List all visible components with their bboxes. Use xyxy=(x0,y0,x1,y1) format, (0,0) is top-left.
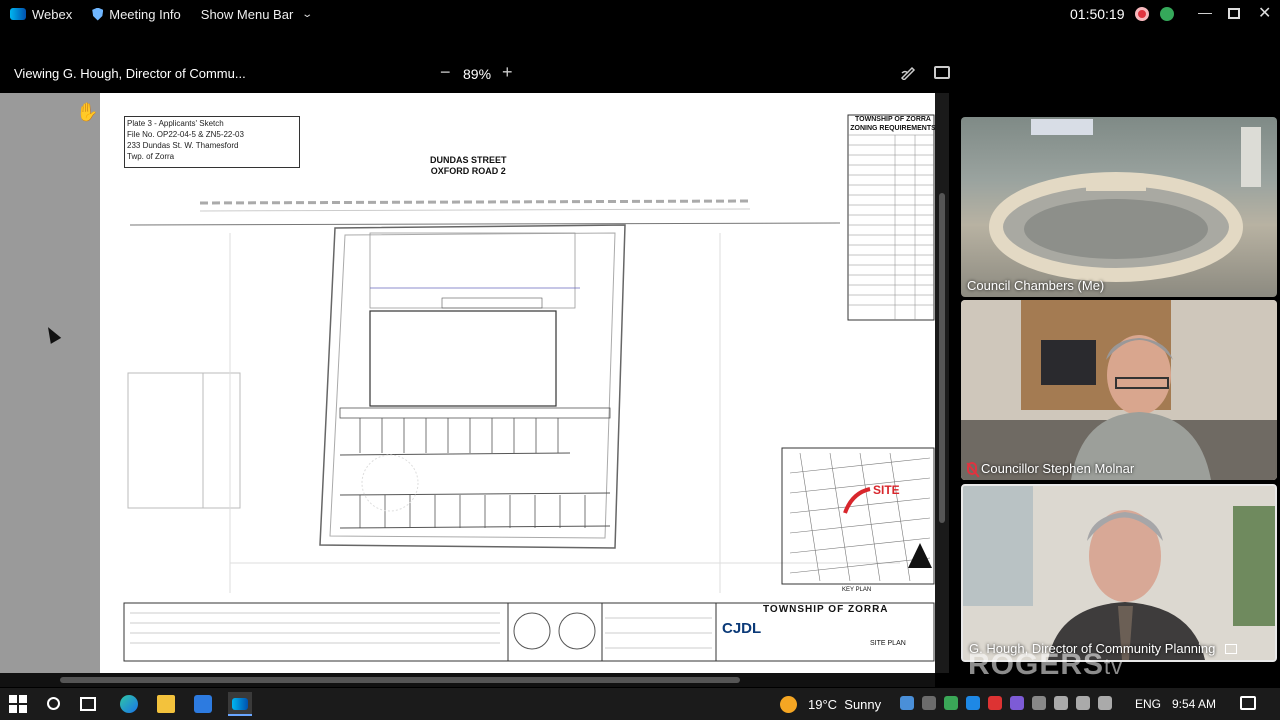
site-marker-label: SITE xyxy=(873,483,900,497)
chevron-down-icon: ⌄ xyxy=(301,8,314,20)
tray-app-icon[interactable] xyxy=(944,696,958,710)
participant-name: Council Chambers (Me) xyxy=(967,278,1105,293)
weather-sun-icon[interactable] xyxy=(780,696,797,713)
webex-logo-icon xyxy=(10,8,26,20)
participant-video xyxy=(963,486,1275,660)
tray-app-icon[interactable] xyxy=(900,696,914,710)
recording-icon[interactable] xyxy=(1135,7,1149,21)
restore-icon[interactable] xyxy=(1228,8,1240,19)
participant-video xyxy=(961,300,1277,480)
council-chamber-video xyxy=(989,119,1261,282)
webex-menu[interactable]: Webex xyxy=(0,0,82,28)
horizontal-scrollbar[interactable] xyxy=(0,673,935,687)
network-icon[interactable] xyxy=(1054,696,1068,710)
meeting-info-label: Meeting Info xyxy=(109,6,181,22)
plate-line: Twp. of Zorra xyxy=(127,152,175,161)
sheet-title: SITE PLAN xyxy=(870,640,906,647)
tray-app-icon[interactable] xyxy=(922,696,936,710)
language-indicator[interactable]: ENG xyxy=(1135,697,1161,711)
rogers-tv-watermark: ROGERStv xyxy=(968,648,1123,682)
zoning-table-title: TOWNSHIP OF ZORRA ZONING REQUIREMENTS xyxy=(850,116,935,132)
road-name: DUNDAS STREET xyxy=(430,155,507,165)
meeting-info-button[interactable]: Meeting Info xyxy=(82,0,191,28)
scroll-thumb[interactable] xyxy=(939,193,945,523)
volume-icon[interactable] xyxy=(1076,696,1090,710)
popout-icon[interactable] xyxy=(934,66,950,79)
temperature: 19°C xyxy=(808,697,838,712)
notification-icon[interactable] xyxy=(1240,696,1256,710)
video-tile-g-hough[interactable]: G. Hough, Director of Community Planning xyxy=(961,484,1277,662)
zoom-level: 89% xyxy=(463,66,492,82)
viewing-label: Viewing G. Hough, Director of Commu... xyxy=(14,66,246,81)
store-icon[interactable] xyxy=(194,695,212,713)
edge-browser-icon[interactable] xyxy=(120,695,138,713)
task-view-icon[interactable] xyxy=(80,697,96,711)
system-clock[interactable]: 9:54 AM xyxy=(1172,697,1216,711)
plate-line: 233 Dundas St. W. Thamesford xyxy=(127,141,239,150)
watermark-brand: ROGERS xyxy=(968,648,1105,681)
close-icon[interactable]: ✕ xyxy=(1258,3,1271,23)
titleblock-township: TOWNSHIP OF ZORRA xyxy=(763,604,889,615)
vertical-scrollbar[interactable] xyxy=(935,93,949,673)
scroll-thumb[interactable] xyxy=(60,677,740,683)
webex-logo-icon xyxy=(232,698,248,710)
show-menu-bar-label: Show Menu Bar xyxy=(200,6,294,22)
search-icon[interactable] xyxy=(47,697,60,710)
file-explorer-icon[interactable] xyxy=(157,695,175,713)
connection-status-icon[interactable] xyxy=(1160,7,1174,21)
site-plan-sheet: Plate 3 - Applicants' Sketch File No. OP… xyxy=(100,93,935,673)
tray-app-icon[interactable] xyxy=(988,696,1002,710)
participant-label: Councillor Stephen Molnar xyxy=(967,461,1134,476)
firm-logo: CJDL xyxy=(722,620,762,637)
tray-app-icon[interactable] xyxy=(966,696,980,710)
weather-widget[interactable]: 19°C Sunny xyxy=(808,697,881,712)
plate-label-box: Plate 3 - Applicants' Sketch File No. OP… xyxy=(124,116,300,168)
plate-line: Plate 3 - Applicants' Sketch xyxy=(127,119,224,128)
meeting-timer: 01:50:19 xyxy=(1070,6,1125,22)
minimize-icon[interactable]: — xyxy=(1198,4,1212,20)
site-plan-drawing xyxy=(123,114,935,662)
video-tile-council-chambers[interactable]: Council Chambers (Me) xyxy=(961,117,1277,297)
windows-start-icon[interactable] xyxy=(9,695,27,713)
road-alt-name: OXFORD ROAD 2 xyxy=(430,166,506,176)
tray-app-icon[interactable] xyxy=(1010,696,1024,710)
webex-taskbar-icon[interactable] xyxy=(228,692,252,716)
participant-name: Councillor Stephen Molnar xyxy=(981,461,1135,476)
road-label: DUNDAS STREET OXFORD ROAD 2 xyxy=(430,155,507,177)
sharing-icon xyxy=(1225,643,1238,654)
annotate-icon[interactable] xyxy=(900,64,916,80)
show-menu-bar-button[interactable]: Show Menu Bar ⌄ xyxy=(191,0,322,28)
key-plan-label: KEY PLAN xyxy=(842,587,872,593)
video-tile-stephen-molnar[interactable]: Councillor Stephen Molnar xyxy=(961,300,1277,480)
zoom-in-button[interactable]: + xyxy=(502,62,513,83)
zoom-out-button[interactable]: − xyxy=(440,62,451,83)
muted-microphone-icon xyxy=(967,462,977,475)
share-header: Viewing G. Hough, Director of Commu... −… xyxy=(0,58,955,88)
tray-app-icon[interactable] xyxy=(1032,696,1046,710)
app-name: Webex xyxy=(32,6,73,22)
shield-icon xyxy=(92,7,104,21)
watermark-suffix: tv xyxy=(1104,654,1124,679)
hand-pan-icon: ✋ xyxy=(76,102,99,122)
weather-condition: Sunny xyxy=(844,697,882,712)
shared-content-area[interactable]: Plate 3 - Applicants' Sketch File No. OP… xyxy=(0,93,935,673)
battery-icon[interactable] xyxy=(1098,696,1112,710)
participant-label: Council Chambers (Me) xyxy=(967,278,1104,293)
plate-line: File No. OP22-04-5 & ZN5-22-03 xyxy=(127,130,244,139)
